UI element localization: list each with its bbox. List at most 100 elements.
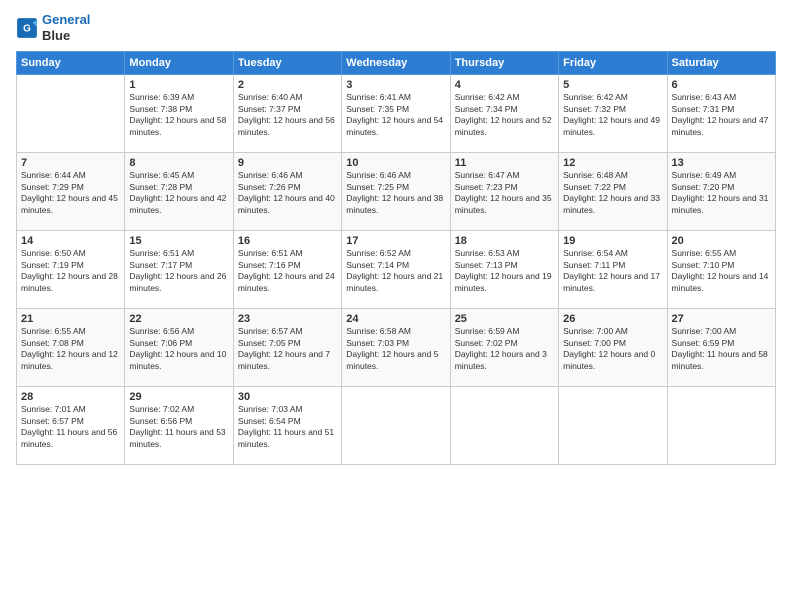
daylight-text: Daylight: 12 hours and 0 minutes. [563,349,662,372]
sunrise-text: Sunrise: 6:47 AM [455,170,554,181]
cell-content: 15Sunrise: 6:51 AMSunset: 7:17 PMDayligh… [129,235,228,294]
daylight-text: Daylight: 12 hours and 19 minutes. [455,271,554,294]
calendar-cell: 25Sunrise: 6:59 AMSunset: 7:02 PMDayligh… [450,309,558,387]
calendar-cell: 5Sunrise: 6:42 AMSunset: 7:32 PMDaylight… [559,75,667,153]
sunrise-text: Sunrise: 6:43 AM [672,92,771,103]
calendar-cell: 1Sunrise: 6:39 AMSunset: 7:38 PMDaylight… [125,75,233,153]
cell-content: 2Sunrise: 6:40 AMSunset: 7:37 PMDaylight… [238,79,337,138]
daylight-text: Daylight: 11 hours and 58 minutes. [672,349,771,372]
daylight-text: Daylight: 12 hours and 52 minutes. [455,115,554,138]
sunrise-text: Sunrise: 6:46 AM [238,170,337,181]
cell-content: 25Sunrise: 6:59 AMSunset: 7:02 PMDayligh… [455,313,554,372]
cell-content: 19Sunrise: 6:54 AMSunset: 7:11 PMDayligh… [563,235,662,294]
day-number: 29 [129,391,228,403]
daylight-text: Daylight: 12 hours and 40 minutes. [238,193,337,216]
sunset-text: Sunset: 7:37 PM [238,104,337,115]
header-wednesday: Wednesday [342,52,450,75]
daylight-text: Daylight: 12 hours and 35 minutes. [455,193,554,216]
daylight-text: Daylight: 12 hours and 31 minutes. [672,193,771,216]
cell-content: 6Sunrise: 6:43 AMSunset: 7:31 PMDaylight… [672,79,771,138]
cell-content: 8Sunrise: 6:45 AMSunset: 7:28 PMDaylight… [129,157,228,216]
cell-content: 26Sunrise: 7:00 AMSunset: 7:00 PMDayligh… [563,313,662,372]
day-number: 9 [238,157,337,169]
cell-content: 20Sunrise: 6:55 AMSunset: 7:10 PMDayligh… [672,235,771,294]
header-saturday: Saturday [667,52,775,75]
calendar-cell: 3Sunrise: 6:41 AMSunset: 7:35 PMDaylight… [342,75,450,153]
day-number: 1 [129,79,228,91]
calendar-cell: 7Sunrise: 6:44 AMSunset: 7:29 PMDaylight… [17,153,125,231]
day-number: 6 [672,79,771,91]
daylight-text: Daylight: 12 hours and 3 minutes. [455,349,554,372]
cell-content: 29Sunrise: 7:02 AMSunset: 6:56 PMDayligh… [129,391,228,450]
logo-icon: G [16,17,38,39]
sunset-text: Sunset: 7:32 PM [563,104,662,115]
cell-content: 21Sunrise: 6:55 AMSunset: 7:08 PMDayligh… [21,313,120,372]
svg-text:G: G [23,23,31,34]
calendar-cell [667,387,775,465]
sunset-text: Sunset: 7:10 PM [672,260,771,271]
sunset-text: Sunset: 7:19 PM [21,260,120,271]
sunset-text: Sunset: 7:13 PM [455,260,554,271]
sunset-text: Sunset: 7:29 PM [21,182,120,193]
sunrise-text: Sunrise: 6:52 AM [346,248,445,259]
day-number: 21 [21,313,120,325]
daylight-text: Daylight: 11 hours and 56 minutes. [21,427,120,450]
sunrise-text: Sunrise: 6:49 AM [672,170,771,181]
day-number: 30 [238,391,337,403]
daylight-text: Daylight: 12 hours and 38 minutes. [346,193,445,216]
sunrise-text: Sunrise: 6:45 AM [129,170,228,181]
calendar-cell [17,75,125,153]
day-number: 12 [563,157,662,169]
cell-content: 30Sunrise: 7:03 AMSunset: 6:54 PMDayligh… [238,391,337,450]
sunrise-text: Sunrise: 6:59 AM [455,326,554,337]
daylight-text: Daylight: 12 hours and 56 minutes. [238,115,337,138]
header-tuesday: Tuesday [233,52,341,75]
calendar-cell: 26Sunrise: 7:00 AMSunset: 7:00 PMDayligh… [559,309,667,387]
daylight-text: Daylight: 12 hours and 17 minutes. [563,271,662,294]
sunrise-text: Sunrise: 7:03 AM [238,404,337,415]
day-number: 16 [238,235,337,247]
sunrise-text: Sunrise: 7:00 AM [563,326,662,337]
day-number: 13 [672,157,771,169]
sunset-text: Sunset: 7:25 PM [346,182,445,193]
sunset-text: Sunset: 7:34 PM [455,104,554,115]
cell-content: 14Sunrise: 6:50 AMSunset: 7:19 PMDayligh… [21,235,120,294]
sunset-text: Sunset: 7:23 PM [455,182,554,193]
week-row-0: 1Sunrise: 6:39 AMSunset: 7:38 PMDaylight… [17,75,776,153]
calendar-cell: 17Sunrise: 6:52 AMSunset: 7:14 PMDayligh… [342,231,450,309]
daylight-text: Daylight: 12 hours and 12 minutes. [21,349,120,372]
calendar-header-row: SundayMondayTuesdayWednesdayThursdayFrid… [17,52,776,75]
day-number: 18 [455,235,554,247]
calendar-cell: 27Sunrise: 7:00 AMSunset: 6:59 PMDayligh… [667,309,775,387]
sunset-text: Sunset: 7:17 PM [129,260,228,271]
calendar-cell: 6Sunrise: 6:43 AMSunset: 7:31 PMDaylight… [667,75,775,153]
header-thursday: Thursday [450,52,558,75]
cell-content: 24Sunrise: 6:58 AMSunset: 7:03 PMDayligh… [346,313,445,372]
day-number: 17 [346,235,445,247]
logo-text: GeneralBlue [42,12,90,43]
calendar-cell [342,387,450,465]
sunset-text: Sunset: 7:11 PM [563,260,662,271]
calendar-cell: 15Sunrise: 6:51 AMSunset: 7:17 PMDayligh… [125,231,233,309]
calendar-cell: 28Sunrise: 7:01 AMSunset: 6:57 PMDayligh… [17,387,125,465]
daylight-text: Daylight: 12 hours and 47 minutes. [672,115,771,138]
day-number: 15 [129,235,228,247]
cell-content: 22Sunrise: 6:56 AMSunset: 7:06 PMDayligh… [129,313,228,372]
daylight-text: Daylight: 11 hours and 53 minutes. [129,427,228,450]
sunset-text: Sunset: 6:57 PM [21,416,120,427]
day-number: 22 [129,313,228,325]
sunset-text: Sunset: 6:56 PM [129,416,228,427]
calendar-cell: 20Sunrise: 6:55 AMSunset: 7:10 PMDayligh… [667,231,775,309]
calendar-cell: 14Sunrise: 6:50 AMSunset: 7:19 PMDayligh… [17,231,125,309]
sunset-text: Sunset: 7:38 PM [129,104,228,115]
cell-content: 4Sunrise: 6:42 AMSunset: 7:34 PMDaylight… [455,79,554,138]
sunset-text: Sunset: 7:02 PM [455,338,554,349]
sunset-text: Sunset: 7:28 PM [129,182,228,193]
cell-content: 5Sunrise: 6:42 AMSunset: 7:32 PMDaylight… [563,79,662,138]
cell-content: 17Sunrise: 6:52 AMSunset: 7:14 PMDayligh… [346,235,445,294]
calendar-cell: 21Sunrise: 6:55 AMSunset: 7:08 PMDayligh… [17,309,125,387]
daylight-text: Daylight: 12 hours and 33 minutes. [563,193,662,216]
cell-content: 11Sunrise: 6:47 AMSunset: 7:23 PMDayligh… [455,157,554,216]
calendar-cell: 19Sunrise: 6:54 AMSunset: 7:11 PMDayligh… [559,231,667,309]
sunset-text: Sunset: 7:03 PM [346,338,445,349]
